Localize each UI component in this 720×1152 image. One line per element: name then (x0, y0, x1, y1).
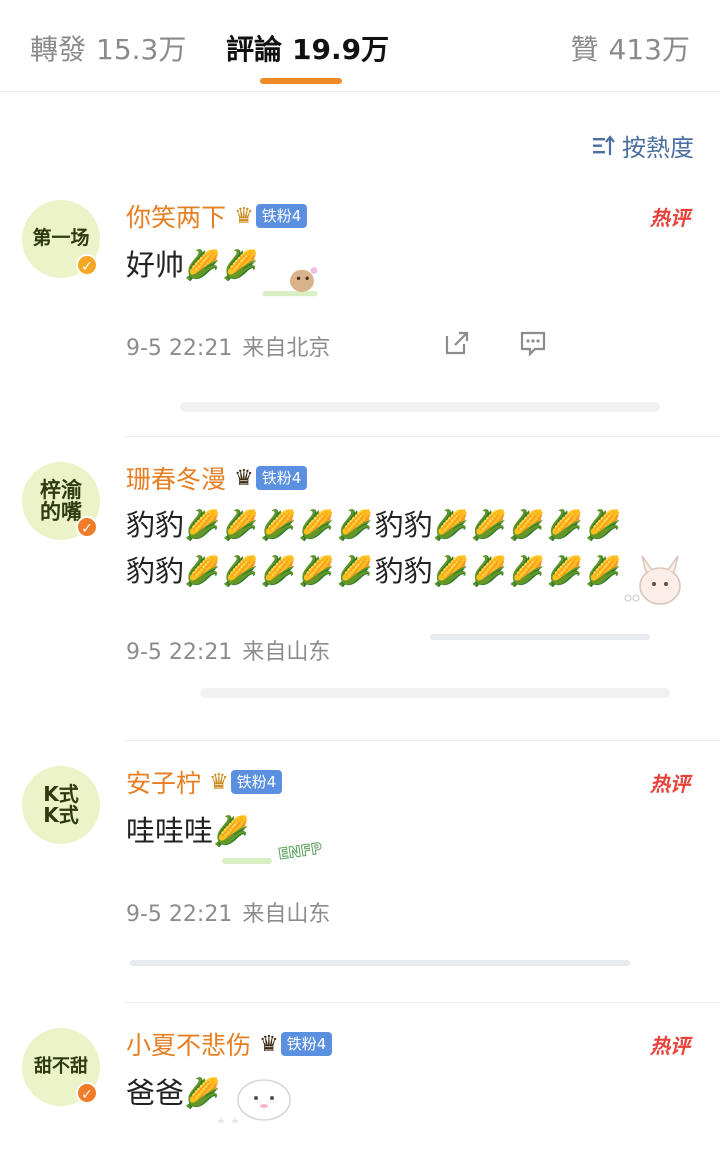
comment-text-content: 好帅 (126, 248, 185, 282)
tab-comment-count: 19.9万 (292, 33, 390, 66)
hot-comment-badge: 热评 (650, 1034, 690, 1058)
tab-bar: 轉發 15.3万 評論 19.9万 贊 413万 (0, 0, 720, 92)
bunny-sticker-icon (624, 555, 681, 605)
verified-icon: ✓ (76, 254, 98, 276)
username[interactable]: 珊春冬漫 (126, 460, 226, 496)
crown-icon: ♛ (234, 203, 254, 229)
fan-badge[interactable]: 铁粉4 (255, 204, 308, 228)
avatar-text: 梓渝的嘴 (40, 477, 82, 524)
comment-meta: 9-5 22:21 来自山东 (126, 896, 330, 928)
share-icon[interactable] (442, 328, 472, 358)
hot-comment-badge: 热评 (650, 206, 690, 230)
blurred-area (200, 688, 670, 698)
hot-comment-badge: 热评 (650, 772, 690, 796)
avatar[interactable]: 甜不甜 ✓ (22, 1028, 100, 1106)
divider (124, 1002, 720, 1003)
blurred-area (130, 960, 630, 966)
crown-icon: ♛ (209, 769, 229, 795)
crown-icon: ♛ (259, 1031, 279, 1057)
comment-location: 来自山东 (242, 902, 331, 927)
tab-like[interactable]: 贊 413万 (571, 28, 690, 68)
comment-text-content: 哇哇哇 (126, 814, 214, 848)
tab-repost-label: 轉發 (30, 33, 87, 66)
tab-repost[interactable]: 轉發 15.3万 (30, 28, 186, 68)
crown-icon: ♛ (234, 465, 254, 491)
fan-badge[interactable]: 铁粉4 (280, 1032, 333, 1056)
avatar[interactable]: K式K式 (22, 766, 100, 844)
avatar[interactable]: 梓渝的嘴 ✓ (22, 462, 100, 540)
bear-sticker-icon (217, 1079, 291, 1124)
sticker-text: ENFP (277, 839, 323, 863)
sort-label: 按熱度 (622, 134, 694, 162)
blurred-area (180, 402, 660, 412)
comment-text-content: 豹豹 (126, 554, 185, 588)
tab-comment-label: 評論 (226, 33, 283, 66)
verified-icon: ✓ (76, 516, 98, 538)
comment-text-line: 豹豹🌽🌽🌽🌽🌽豹豹🌽🌽🌽🌽🌽 (126, 548, 686, 594)
sort-icon (593, 134, 615, 155)
divider (124, 436, 720, 437)
tab-like-label: 贊 (570, 33, 599, 66)
username[interactable]: 小夏不悲伤 (126, 1026, 251, 1062)
tab-like-count: 413万 (608, 33, 690, 66)
comment-text-content: 爸爸 (126, 1076, 185, 1110)
comment-meta: 9-5 22:21 来自北京 (126, 330, 330, 362)
comment-item: 梓渝的嘴 ✓ 珊春冬漫 ♛ 铁粉4 豹豹🌽🌽🌽🌽🌽豹豹🌽🌽🌽🌽🌽 豹豹🌽🌽🌽🌽🌽… (0, 452, 720, 740)
active-tab-indicator (260, 78, 342, 84)
divider (124, 740, 720, 741)
corn-emoji-icon: 🌽🌽🌽🌽🌽 (432, 554, 624, 588)
comment-time: 9-5 22:21 (126, 640, 233, 665)
blurred-area (430, 634, 650, 640)
username[interactable]: 你笑两下 (126, 198, 226, 234)
comment-text: 爸爸🌽 (126, 1070, 222, 1116)
avatar-text: K式K式 (43, 782, 79, 827)
comment-text-line: 豹豹🌽🌽🌽🌽🌽豹豹🌽🌽🌽🌽🌽 (126, 502, 686, 548)
username[interactable]: 安子柠 (126, 764, 201, 800)
enfp-sticker-icon: ENFP (222, 839, 324, 864)
avatar-text: 甜不甜 (34, 1055, 88, 1077)
corn-emoji-icon: 🌽🌽🌽🌽🌽 (184, 554, 375, 588)
sort-button[interactable]: 按熱度 (592, 128, 694, 163)
comment-text-content: 豹豹 (126, 508, 185, 542)
comment-location: 来自山东 (242, 640, 331, 665)
comment-time: 9-5 22:21 (126, 902, 233, 927)
fan-badge[interactable]: 铁粉4 (230, 770, 283, 794)
comment-text: 豹豹🌽🌽🌽🌽🌽豹豹🌽🌽🌽🌽🌽 豹豹🌽🌽🌽🌽🌽豹豹🌽🌽🌽🌽🌽 (126, 502, 686, 594)
comment-location: 来自北京 (242, 336, 331, 361)
comment-time: 9-5 22:21 (126, 336, 233, 361)
corn-emoji-icon: 🌽🌽🌽🌽🌽 (184, 508, 375, 542)
comment-text-content: 豹豹 (374, 554, 433, 588)
comment-item: 第一场 ✓ 你笑两下 ♛ 铁粉4 热评 好帅🌽🌽 9-5 22:21 来自北京 (0, 190, 720, 435)
comment-icon[interactable] (518, 328, 548, 358)
comment-meta: 9-5 22:21 来自山东 (126, 634, 330, 666)
verified-icon: ✓ (76, 1082, 98, 1104)
comment-item: 甜不甜 ✓ 小夏不悲伤 ♛ 铁粉4 热评 爸爸🌽 (0, 1018, 720, 1152)
tab-repost-count: 15.3万 (96, 33, 187, 66)
avatar-text: 第一场 (32, 227, 90, 250)
comment-text-content: 豹豹 (374, 508, 433, 542)
animal-sticker-icon (262, 267, 318, 297)
avatar[interactable]: 第一场 ✓ (22, 200, 100, 278)
fan-badge[interactable]: 铁粉4 (255, 466, 308, 490)
corn-emoji-icon: 🌽🌽🌽🌽🌽 (432, 508, 624, 542)
comment-item: K式K式 安子柠 ♛ 铁粉4 热评 哇哇哇🌽 ENFP 9-5 22:21 来自山… (0, 756, 720, 1002)
